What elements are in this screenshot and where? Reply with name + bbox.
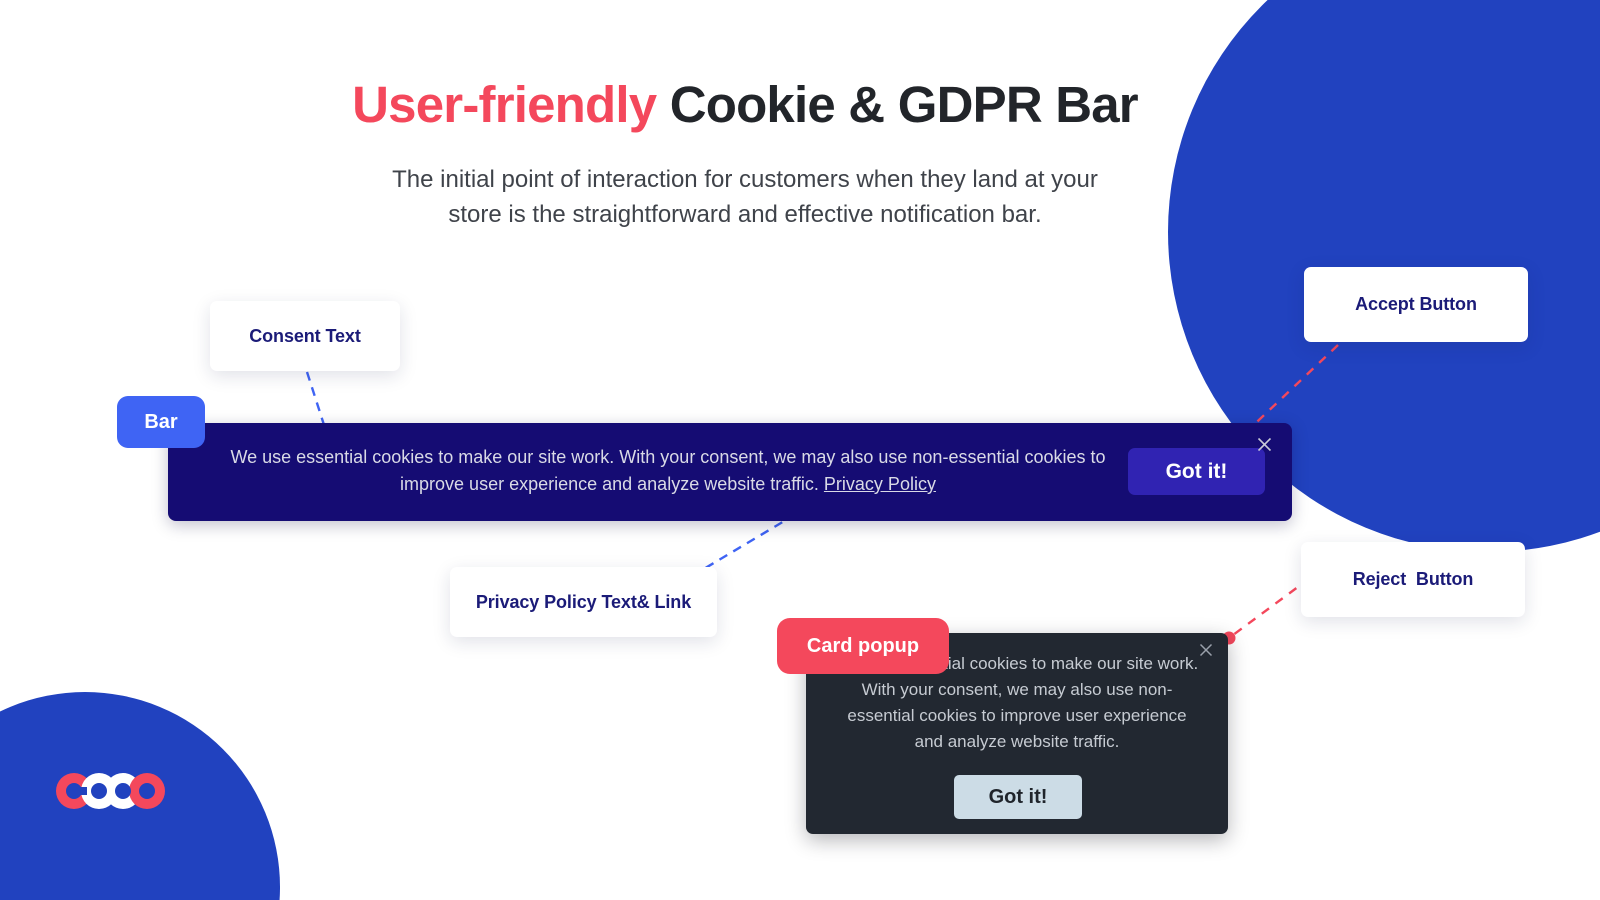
connector-reject-button [1228,577,1311,639]
annotation-card-accept-button[interactable]: Accept Button [1304,267,1528,342]
card-popup-accept-button[interactable]: Got it! [954,775,1082,819]
close-icon-glyph [1257,437,1271,451]
close-icon[interactable] [1251,431,1277,457]
annotation-pill-card-popup[interactable]: Card popup [777,618,949,674]
annotation-card-consent-text[interactable]: Consent Text [210,301,400,371]
header-block: User-friendly Cookie & GDPR Bar The init… [0,74,1490,232]
good-logo [56,773,165,809]
annotation-pill-bar[interactable]: Bar [117,396,205,448]
cookie-bar-text-body: We use essential cookies to make our sit… [230,447,1106,494]
page-subtitle: The initial point of interaction for cus… [392,166,1098,228]
good-logo-rings [56,773,165,809]
page-canvas: User-friendly Cookie & GDPR Bar The init… [0,0,1600,900]
page-title-rest: Cookie & GDPR Bar [656,76,1139,133]
cookie-consent-bar: We use essential cookies to make our sit… [168,423,1292,521]
cookie-bar-consent-text: We use essential cookies to make our sit… [208,444,1128,498]
close-icon[interactable] [1194,638,1218,662]
annotation-card-privacy-policy[interactable]: Privacy Policy Text& Link [450,567,717,637]
annotation-card-reject-button[interactable]: Reject Button [1301,542,1525,617]
bar-accept-button[interactable]: Got it! [1128,448,1265,495]
page-title-accent: User-friendly [352,76,657,133]
page-title: User-friendly Cookie & GDPR Bar [0,74,1490,136]
close-icon-glyph [1199,643,1213,657]
privacy-policy-link[interactable]: Privacy Policy [824,474,936,494]
